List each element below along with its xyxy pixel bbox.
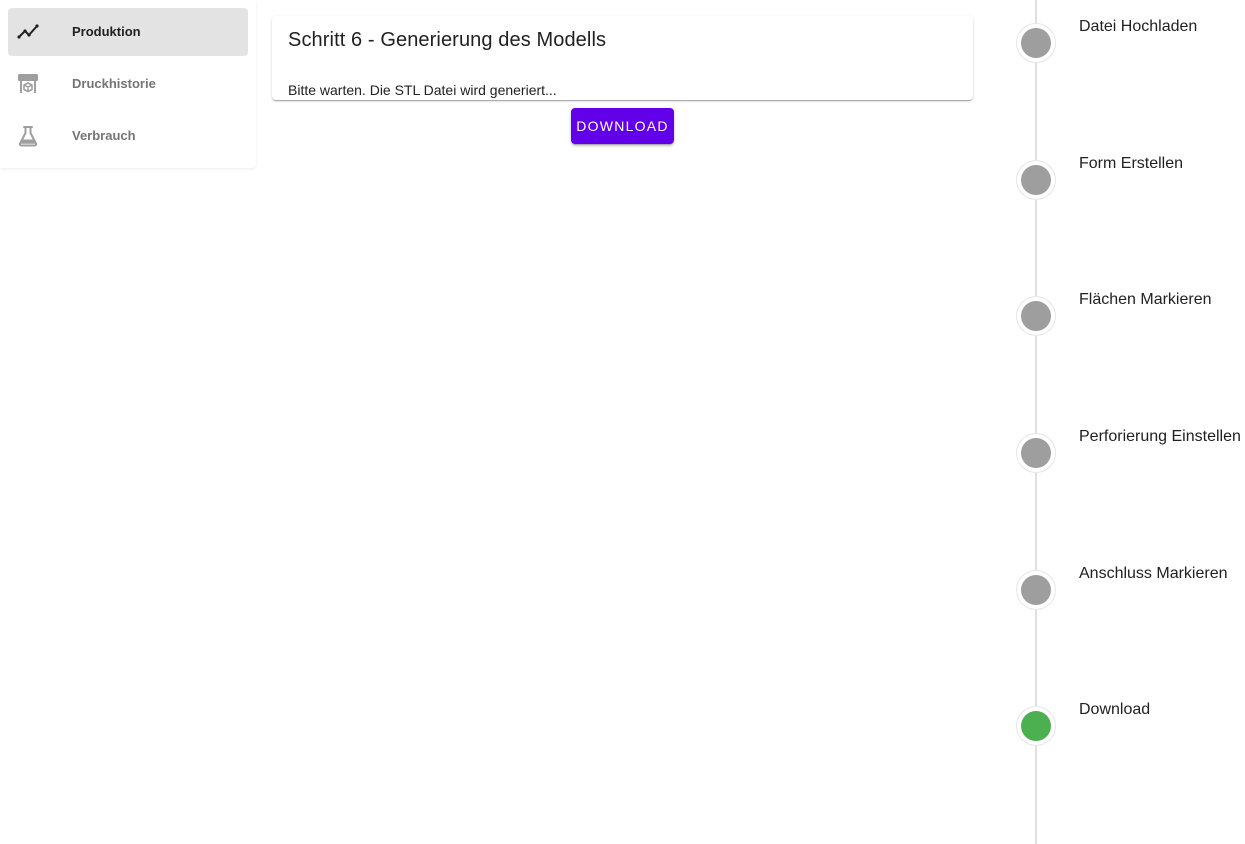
step-label: Download xyxy=(1079,701,1151,718)
timeline-step-perforierung-einstellen[interactable]: Perforierung Einstellen xyxy=(1017,428,1245,474)
sidebar: Produktion Druckhistorie Verbrauch xyxy=(0,0,256,168)
step-label: Flächen Markieren xyxy=(1079,291,1212,308)
timeline-step-anschluss-markieren[interactable]: Anschluss Markieren xyxy=(1017,565,1245,611)
timeline-step-download[interactable]: Download xyxy=(1017,701,1245,747)
sidebar-item-label: Druckhistorie xyxy=(72,76,156,91)
step-dot-icon xyxy=(1017,24,1055,62)
timeline-step-datei-hochladen[interactable]: Datei Hochladen xyxy=(1017,18,1245,64)
step-dot-icon xyxy=(1017,434,1055,472)
timeline-step-form-erstellen[interactable]: Form Erstellen xyxy=(1017,155,1245,201)
step-dot-icon xyxy=(1017,161,1055,199)
sidebar-item-druckhistorie[interactable]: Druckhistorie xyxy=(8,60,248,108)
step-label: Form Erstellen xyxy=(1079,155,1184,172)
download-button[interactable]: DOWNLOAD xyxy=(571,108,674,144)
sidebar-item-label: Produktion xyxy=(72,24,141,39)
step-label: Perforierung Einstellen xyxy=(1079,428,1241,445)
flask-icon xyxy=(18,126,38,147)
sidebar-item-produktion[interactable]: Produktion xyxy=(8,8,248,56)
step-dot-icon xyxy=(1017,571,1055,609)
timeline-step-flaechen-markieren[interactable]: Flächen Markieren xyxy=(1017,291,1245,337)
chart-line-icon xyxy=(17,24,39,39)
step-dot-icon xyxy=(1017,297,1055,335)
step-label: Anschluss Markieren xyxy=(1079,565,1228,582)
printer-3d-icon xyxy=(18,74,38,93)
sidebar-item-label: Verbrauch xyxy=(72,128,136,143)
card-title: Schritt 6 - Generierung des Modells xyxy=(288,29,607,51)
step-dot-icon xyxy=(1017,707,1055,745)
step-card: Schritt 6 - Generierung des Modells Bitt… xyxy=(272,16,973,100)
sidebar-item-verbrauch[interactable]: Verbrauch xyxy=(8,112,248,160)
step-label: Datei Hochladen xyxy=(1079,18,1198,35)
card-status-text: Bitte warten. Die STL Datei wird generie… xyxy=(288,82,557,98)
